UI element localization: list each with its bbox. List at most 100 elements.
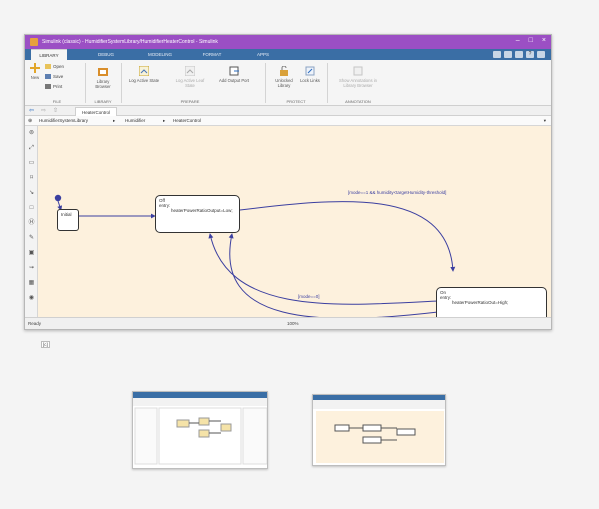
up-arrow-icon[interactable]: ⇧	[53, 107, 58, 114]
hide-explorer-icon[interactable]: ⊕	[28, 118, 32, 124]
thumbnail-2[interactable]	[312, 394, 446, 466]
zoom-icon[interactable]: ⊚	[28, 130, 35, 137]
back-arrow-icon[interactable]: ⇦	[29, 107, 34, 114]
breadcrumb-heater-control[interactable]: HeaterControl	[173, 118, 201, 123]
expand-icon[interactable]	[537, 51, 545, 58]
state-on-action: heaterPowerRatioOut=High;	[452, 300, 509, 306]
ribbon-tab-row: LIBRARY DEBUG MODELING FORMAT APPS ?	[25, 49, 551, 60]
library-section-label: LIBRARY	[94, 99, 112, 104]
state-off[interactable]: Off entry: heaterPowerRatioOutput=Low;	[155, 195, 240, 233]
tab-format[interactable]: FORMAT	[195, 49, 229, 60]
new-label: New	[30, 75, 40, 80]
tab-debug[interactable]: DEBUG	[91, 49, 121, 60]
breadcrumb-library[interactable]: HumidifierSystemLibrary	[39, 118, 88, 123]
print-icon	[45, 84, 51, 89]
add-output-port-label: Add Output Port	[218, 78, 250, 83]
search-icon[interactable]	[504, 51, 512, 58]
breadcrumb-dropdown-icon[interactable]: ▾	[544, 118, 546, 124]
unlocked-library-label: Unlocked Library	[275, 78, 293, 88]
log-leaf-state-icon	[185, 66, 195, 76]
window-title: Simulink (classic) - HumidifierSystemLib…	[42, 39, 218, 45]
breadcrumb-humidifier[interactable]: Humidifier	[125, 118, 145, 123]
add-output-port-button[interactable]: Add Output Port	[217, 66, 251, 83]
save-icon	[45, 74, 51, 79]
save-button[interactable]: Save	[45, 74, 63, 79]
simulink-window: Simulink (classic) - HumidifierSystemLib…	[24, 34, 552, 348]
unlock-icon	[280, 66, 288, 76]
new-button[interactable]: New	[28, 63, 42, 80]
folder-icon	[45, 64, 51, 69]
state-initial[interactable]: Initial	[57, 209, 79, 231]
state-tool-icon[interactable]: ▭	[28, 160, 35, 167]
junction-tool-icon[interactable]: □	[28, 205, 35, 212]
simulink-logo-icon	[30, 38, 38, 46]
print-label: Print	[53, 84, 63, 89]
divider	[121, 63, 122, 103]
breadcrumb-arrow-icon: ▸	[113, 118, 116, 123]
object-palette: ⊚ ⤢ ▭ ⌑ ↘ □ Ⓗ ✎ ▣ ⇝ ▦ ◉	[25, 126, 38, 319]
forward-arrow-icon[interactable]: ⇨	[41, 107, 46, 114]
undo-icon[interactable]	[515, 51, 523, 58]
title-bar: Simulink (classic) - HumidifierSystemLib…	[25, 35, 551, 49]
annotation-tool-icon[interactable]: ✎	[28, 235, 35, 242]
status-text: Ready	[28, 321, 42, 326]
library-browser-button[interactable]: Library Browser	[89, 67, 117, 89]
log-leaf-state-label: Log Active Leaf State	[175, 78, 205, 88]
thumbnail-2-preview	[313, 395, 445, 463]
annotation-section-label: ANNOTATION	[345, 99, 371, 104]
zoom-level: 100%	[287, 321, 299, 326]
truth-table-icon[interactable]: ▦	[28, 280, 35, 287]
show-annotations-button[interactable]: Show Annotations in Library Browser	[333, 66, 383, 88]
divider	[265, 63, 266, 103]
fit-view-icon[interactable]: ⤢	[28, 145, 35, 152]
help-button[interactable]: ?	[526, 51, 534, 58]
off-to-on-transition[interactable]	[239, 201, 456, 272]
simulink-function-icon[interactable]: ◉	[28, 295, 35, 302]
file-section-label: FILE	[52, 99, 62, 104]
minimize-button[interactable]: –	[516, 37, 520, 44]
new-plus-icon	[30, 63, 40, 73]
close-button[interactable]: ×	[542, 37, 546, 44]
output-port-icon	[229, 66, 239, 76]
log-active-state-button[interactable]: Log Active State	[127, 66, 161, 83]
transition-label-middle[interactable]: [mode==0]	[298, 294, 320, 299]
divider	[327, 63, 328, 103]
annotation-icon	[353, 66, 363, 76]
on-to-off-humidity-transition[interactable]	[228, 233, 439, 319]
unlocked-library-button[interactable]: Unlocked Library	[271, 66, 297, 88]
image-tool-icon[interactable]: ▣	[28, 250, 35, 257]
lock-links-icon	[305, 66, 315, 76]
divider	[85, 63, 86, 103]
thumbnail-1[interactable]	[132, 391, 268, 469]
log-state-icon	[139, 66, 149, 76]
library-browser-label: Library Browser	[95, 79, 111, 89]
canvas-corner-badge: [c]	[41, 341, 50, 348]
log-leaf-state-button[interactable]: Log Active Leaf State	[173, 66, 207, 88]
tab-apps[interactable]: APPS	[250, 49, 276, 60]
function-tool-icon[interactable]: ⇝	[28, 265, 35, 272]
transition-label-top[interactable]: [mode==1 && humidity<targetHumidity-thre…	[348, 190, 446, 195]
stateflow-canvas[interactable]: Initial Off entry: heaterPowerRatioOutpu…	[38, 126, 551, 327]
default-transition-dot[interactable]	[54, 194, 62, 202]
default-transition-icon[interactable]: ↘	[28, 190, 35, 197]
open-button[interactable]: Open	[45, 64, 64, 69]
tab-modeling[interactable]: MODELING	[140, 49, 180, 60]
open-label: Open	[53, 64, 65, 69]
tab-heater-control[interactable]: HeaterControl	[75, 107, 118, 116]
navigation-bar: ⇦ ⇨ ⇧ HeaterControl	[25, 106, 551, 116]
maximize-button[interactable]: □	[529, 37, 533, 44]
thumbnail-1-preview	[133, 392, 267, 465]
history-junction-icon[interactable]: Ⓗ	[28, 220, 35, 227]
on-to-off-mode-transition[interactable]	[208, 233, 439, 305]
tab-library[interactable]: LIBRARY	[31, 49, 67, 60]
protect-section-label: PROTECT	[286, 99, 306, 104]
breadcrumb: ⊕ HumidifierSystemLibrary ▸ Humidifier ▸…	[25, 116, 551, 126]
print-button[interactable]: Print	[45, 84, 62, 89]
quick-access-icon[interactable]	[493, 51, 501, 58]
status-bar: Ready 100%	[25, 317, 551, 329]
lock-links-button[interactable]: Lock Links	[300, 66, 320, 83]
show-annotations-label: Show Annotations in Library Browser	[339, 78, 377, 88]
box-tool-icon[interactable]: ⌑	[28, 175, 35, 182]
state-initial-label: Initial	[61, 212, 72, 217]
library-browser-icon	[98, 68, 108, 76]
